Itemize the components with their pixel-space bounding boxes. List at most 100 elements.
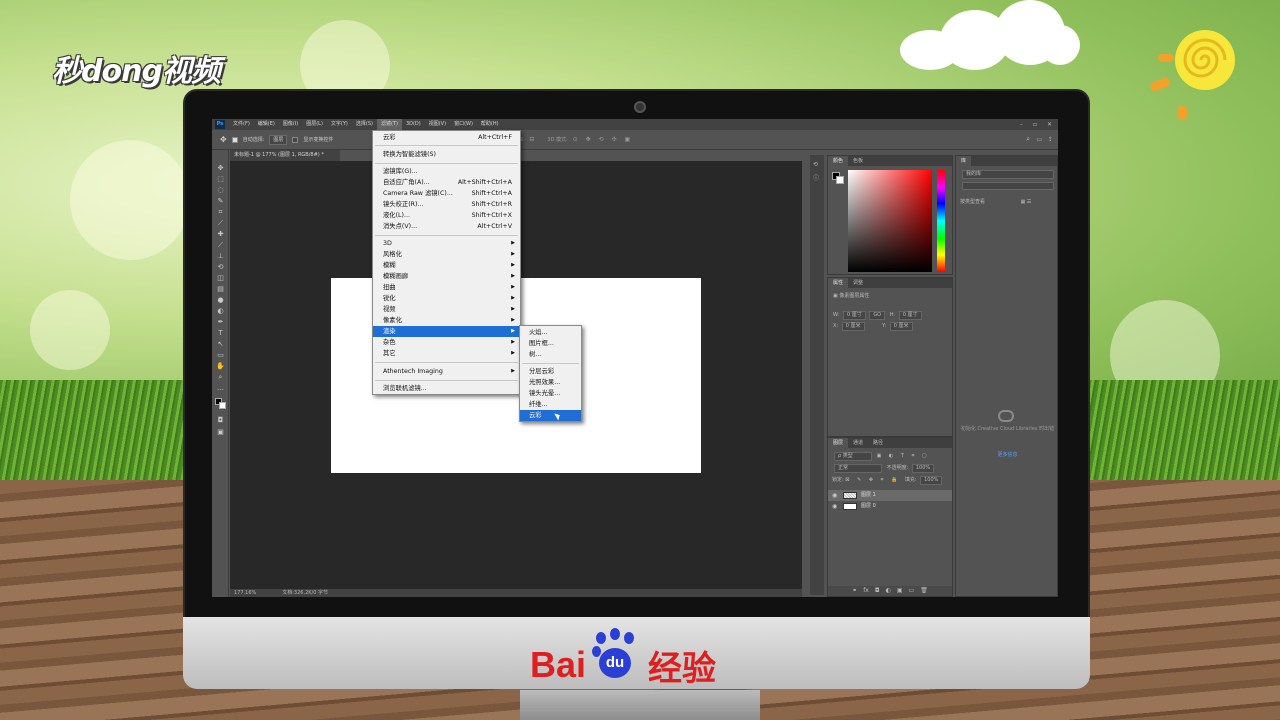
menu-edit[interactable]: 编辑(E): [254, 119, 279, 130]
menu-item-sharpen[interactable]: 锐化 ▶: [373, 293, 520, 304]
visibility-eye-icon[interactable]: ◉: [832, 501, 837, 512]
menu-view[interactable]: 视图(V): [425, 119, 450, 130]
menu-window[interactable]: 窗口(W): [450, 119, 477, 130]
new-group-icon[interactable]: ▣: [897, 586, 903, 596]
document-tab[interactable]: 未标题-1 @ 177% (图层 1, RGB/8#) *: [230, 150, 340, 161]
tab-adjustments[interactable]: 调整: [848, 278, 868, 288]
tab-layers[interactable]: 图层: [828, 438, 849, 448]
menu-item-liquify[interactable]: 液化(L)... Shift+Ctrl+X: [373, 210, 520, 221]
auto-select-dropdown[interactable]: 图层: [269, 134, 288, 145]
pen-tool-icon[interactable]: ✒: [216, 318, 225, 326]
view-by-type-label[interactable]: 按类型查看: [960, 199, 985, 205]
menu-item-tree[interactable]: 树...: [520, 349, 581, 360]
eyedropper-tool-icon[interactable]: ⟋: [216, 219, 225, 227]
path-select-tool-icon[interactable]: ↖: [216, 340, 225, 348]
filter-icons[interactable]: ▣ ◐ T ⌗ ▢: [877, 453, 930, 459]
link-layers-icon[interactable]: ⚭: [852, 586, 857, 596]
hue-slider[interactable]: [937, 170, 945, 272]
width-field[interactable]: 0 厘寸: [842, 311, 866, 320]
menu-file[interactable]: 文件(F): [229, 119, 254, 130]
eraser-tool-icon[interactable]: ◫: [216, 274, 225, 282]
menu-item-noise[interactable]: 杂色 ▶: [373, 337, 520, 348]
search-icon[interactable]: ⌕: [1026, 135, 1030, 144]
menu-item-distort[interactable]: 扭曲 ▶: [373, 282, 520, 293]
y-field[interactable]: 0 厘米: [889, 322, 913, 331]
menu-image[interactable]: 图像(I): [279, 119, 302, 130]
healing-brush-tool-icon[interactable]: ✚: [216, 230, 225, 238]
adjustment-layer-icon[interactable]: ◐: [886, 586, 891, 596]
align-icons[interactable]: ⊞ ⊟: [518, 136, 536, 143]
menu-item-vanishing-point[interactable]: 消失点(V)... Alt+Ctrl+V: [373, 221, 520, 232]
menu-item-picture-frame[interactable]: 图片框...: [520, 338, 581, 349]
type-tool-icon[interactable]: T: [216, 329, 225, 337]
layer-row[interactable]: ◉ 图层 1: [828, 490, 952, 501]
menu-item-flame[interactable]: 火焰...: [520, 327, 581, 338]
menu-item-adaptive-wide-angle[interactable]: 自适应广角(A)... Alt+Shift+Ctrl+A: [373, 177, 520, 188]
more-info-link[interactable]: 更多信息: [960, 451, 1055, 458]
menu-help[interactable]: 帮助(H): [477, 119, 503, 130]
maximize-icon[interactable]: ▫: [1033, 119, 1037, 130]
tab-swatches[interactable]: 色板: [848, 156, 868, 166]
history-panel-icon[interactable]: ⟲: [813, 161, 818, 168]
history-brush-tool-icon[interactable]: ⟲: [216, 263, 225, 271]
hand-tool-icon[interactable]: ✋: [216, 362, 225, 370]
menu-item-clouds[interactable]: 云彩: [520, 410, 581, 421]
quick-select-tool-icon[interactable]: ✎: [216, 197, 225, 205]
share-icon[interactable]: ⇪: [1048, 136, 1053, 143]
transform-controls-checkbox[interactable]: [292, 136, 299, 143]
minimize-icon[interactable]: –: [1020, 119, 1023, 130]
tab-properties[interactable]: 属性: [828, 278, 849, 288]
menu-item-render[interactable]: 渲染 ▶: [373, 326, 520, 337]
blend-mode-dropdown[interactable]: 正常: [834, 464, 882, 473]
delete-layer-icon[interactable]: 🗑: [920, 586, 928, 596]
fill-field[interactable]: 100%: [920, 476, 943, 485]
zoom-level[interactable]: 177.16%: [234, 589, 256, 597]
close-icon[interactable]: ✕: [1047, 119, 1052, 130]
menu-item-3d[interactable]: 3D ▶: [373, 238, 520, 249]
menu-item-blur[interactable]: 模糊 ▶: [373, 260, 520, 271]
info-panel-icon[interactable]: ⓘ: [813, 173, 819, 182]
menu-item-fibers[interactable]: 纤维...: [520, 399, 581, 410]
menu-item-blur-gallery[interactable]: 模糊画廊 ▶: [373, 271, 520, 282]
3d-mode-icons[interactable]: ⊙ ✥ ⟲ ✣ ▣: [573, 136, 633, 143]
blur-tool-icon[interactable]: ●: [216, 296, 225, 304]
lock-icons[interactable]: ⊠ ✎ ✥ ⌗ 🔒: [845, 477, 900, 483]
menu-item-convert-smart-filter[interactable]: 转换为智能滤镜(S): [373, 149, 520, 160]
menu-item-athentech-imaging[interactable]: Athentech Imaging ▶: [373, 366, 520, 377]
menu-item-other[interactable]: 其它 ▶: [373, 348, 520, 359]
menu-item-video[interactable]: 视频 ▶: [373, 304, 520, 315]
tab-paths[interactable]: 路径: [868, 438, 888, 448]
fx-icon[interactable]: fx: [863, 586, 869, 596]
library-dropdown[interactable]: 我的库: [962, 170, 1054, 179]
menu-item-stylize[interactable]: 风格化 ▶: [373, 249, 520, 260]
crop-tool-icon[interactable]: ⌗: [216, 208, 225, 216]
add-mask-icon[interactable]: ◘: [875, 586, 880, 596]
layer-kind-filter[interactable]: ρ 类型: [834, 452, 872, 461]
link-dimensions-button[interactable]: GO: [869, 311, 886, 320]
menu-item-lens-flare[interactable]: 镜头光晕...: [520, 388, 581, 399]
tab-channels[interactable]: 通道: [848, 438, 868, 448]
background-color-swatch[interactable]: [219, 402, 226, 409]
menu-item-last-filter[interactable]: 云彩 Alt+Ctrl+F: [373, 132, 520, 143]
tab-color[interactable]: 颜色: [828, 156, 849, 166]
move-tool-icon[interactable]: ✥: [216, 164, 225, 172]
x-field[interactable]: 0 厘米: [841, 322, 865, 331]
visibility-eye-icon[interactable]: ◉: [832, 490, 837, 501]
marquee-tool-icon[interactable]: ⬚: [216, 175, 225, 183]
menu-filter[interactable]: 滤镜(T): [376, 119, 402, 130]
menu-item-difference-clouds[interactable]: 分层云彩: [520, 366, 581, 377]
menu-item-camera-raw[interactable]: Camera Raw 滤镜(C)... Shift+Ctrl+A: [373, 188, 520, 199]
dodge-tool-icon[interactable]: ◐: [216, 307, 225, 315]
menu-type[interactable]: 文字(Y): [327, 119, 352, 130]
menu-item-filter-gallery[interactable]: 滤镜库(G)...: [373, 166, 520, 177]
height-field[interactable]: 0 厘寸: [898, 311, 922, 320]
opacity-field[interactable]: 100%: [911, 464, 935, 473]
auto-select-checkbox[interactable]: [231, 136, 238, 143]
library-search-input[interactable]: [962, 182, 1054, 190]
color-bg-swatch[interactable]: [836, 176, 844, 184]
menu-3d[interactable]: 3D(D): [402, 119, 425, 130]
menu-item-browse-filters-online[interactable]: 浏览联机滤镜...: [373, 383, 520, 394]
menu-layer[interactable]: 图层(L): [302, 119, 327, 130]
screen-mode-icon[interactable]: ▣: [216, 428, 225, 436]
menu-item-lighting-effects[interactable]: 光照效果...: [520, 377, 581, 388]
